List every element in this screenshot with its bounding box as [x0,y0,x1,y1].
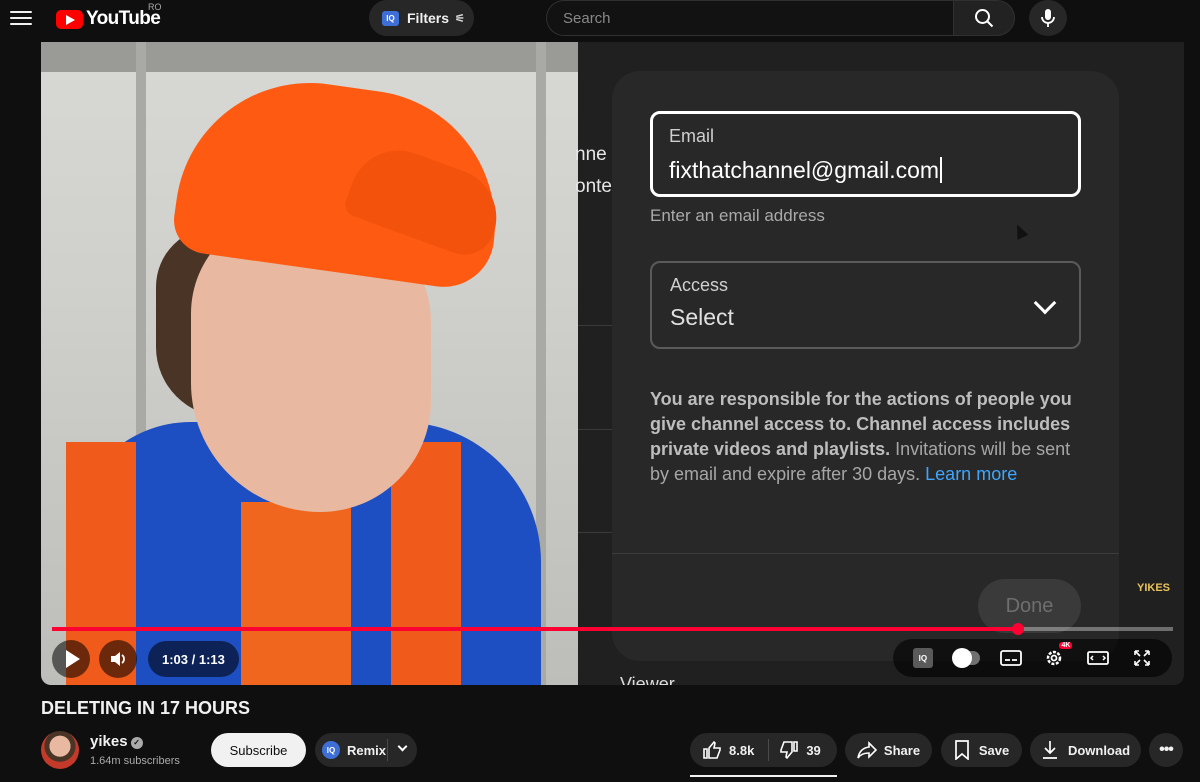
fullscreen-button[interactable] [1129,645,1155,671]
person-strap [391,442,461,685]
access-value: Select [670,304,734,330]
learn-more-link[interactable]: Learn more [925,464,1017,484]
like-underline [690,775,837,777]
time-display: 1:03 / 1:13 [148,641,239,677]
channel-name-row[interactable]: yikes ✓ [90,733,143,750]
download-icon [1042,741,1057,759]
save-button[interactable]: Save [941,733,1022,767]
download-label: Download [1067,742,1131,758]
share-button[interactable]: Share [845,733,932,767]
microphone-icon [1041,9,1055,27]
download-button[interactable]: Download [1030,733,1141,767]
subscribe-button[interactable]: Subscribe [211,733,306,767]
iq-icon: IQ [322,741,340,759]
wall-beam [41,42,578,72]
progress-bar[interactable] [52,623,1173,635]
subscriber-count: 1.64m subscribers [90,755,180,767]
save-label: Save [978,742,1010,758]
channel-watermark[interactable]: YIKES [1137,582,1170,594]
video-frame-person [41,42,578,685]
access-label: Access [670,275,729,295]
email-field[interactable]: Email fixthatchannel@gmail.com [650,111,1081,197]
search-icon [975,9,994,28]
chevron-down-icon[interactable] [397,741,408,752]
verified-icon: ✓ [130,737,143,749]
access-select[interactable]: Access Select [650,261,1081,349]
invite-dialog: Email fixthatchannel@gmail.com Enter an … [612,71,1119,661]
bookmark-icon [954,740,969,760]
youtube-logo[interactable]: YouTube [56,8,161,30]
settings-button[interactable]: 4K [1041,642,1073,671]
top-bar: YouTube RO IQ Filters ⚟ [0,0,1200,38]
youtube-play-icon [56,9,83,29]
search-input[interactable] [563,9,954,27]
player-controls-right: IQ 4K [893,639,1172,677]
channel-avatar[interactable] [41,731,79,769]
dislike-button[interactable]: 39 [779,740,821,760]
person-tshirt [241,502,351,685]
background-divider [578,532,614,533]
play-button[interactable] [52,640,90,678]
theater-icon [1087,651,1110,665]
iq-icon: IQ [382,10,399,26]
menu-icon[interactable] [10,8,32,30]
more-horizontal-icon: ••• [1159,741,1174,758]
region-code: RO [148,2,162,12]
filters-label: Filters [407,10,450,26]
search-button[interactable] [953,0,1015,36]
remix-button[interactable]: IQ Remix [315,733,417,767]
fullscreen-icon [1134,650,1150,666]
subtitles-button[interactable] [998,645,1024,671]
background-divider [578,429,614,430]
like-count: 8.8k [729,742,755,758]
thumbs-down-icon [780,741,799,760]
iq-player-button[interactable]: IQ [910,645,936,671]
share-icon [857,741,877,759]
background-viewer-text: Viewer [620,674,675,685]
background-text: nne [575,144,607,165]
iq-icon: IQ [912,648,933,668]
access-notice: You are responsible for the actions of p… [650,387,1090,487]
quality-badge: 4K [1059,642,1073,649]
done-button[interactable]: Done [978,579,1081,633]
progress-played [52,627,1019,631]
remix-label: Remix [347,742,387,758]
like-divider [768,739,770,761]
background-divider [578,325,614,326]
email-label: Email [669,126,715,146]
channel-name[interactable]: yikes [90,733,128,750]
theater-mode-button[interactable] [1085,645,1111,671]
thumbs-up-icon [703,740,721,759]
search-box [546,0,954,36]
autoplay-toggle[interactable] [951,645,980,671]
voice-search-button[interactable] [1029,0,1067,36]
video-title: DELETING IN 17 HOURS [41,698,251,718]
email-hint: Enter an email address [650,206,825,225]
volume-icon [111,652,125,666]
remix-divider [387,739,388,761]
filters-button[interactable]: IQ Filters ⚟ [369,0,474,36]
email-value[interactable]: fixthatchannel@gmail.com [669,157,1062,184]
more-actions-button[interactable]: ••• [1149,733,1183,767]
toggle-switch [951,648,980,668]
dialog-divider [612,553,1119,554]
volume-button[interactable] [99,640,137,678]
gear-icon [1047,650,1062,666]
sliders-icon: ⚟ [455,12,465,25]
share-label: Share [883,742,921,758]
subtitles-icon [999,650,1022,666]
dislike-count: 39 [806,742,821,758]
background-text: onte [575,176,612,197]
like-dislike-group: 8.8k 39 [690,733,837,767]
video-player[interactable]: nne onte Email fixthatchannel@gmail.com … [41,42,1184,685]
like-button[interactable]: 8.8k [702,740,754,760]
